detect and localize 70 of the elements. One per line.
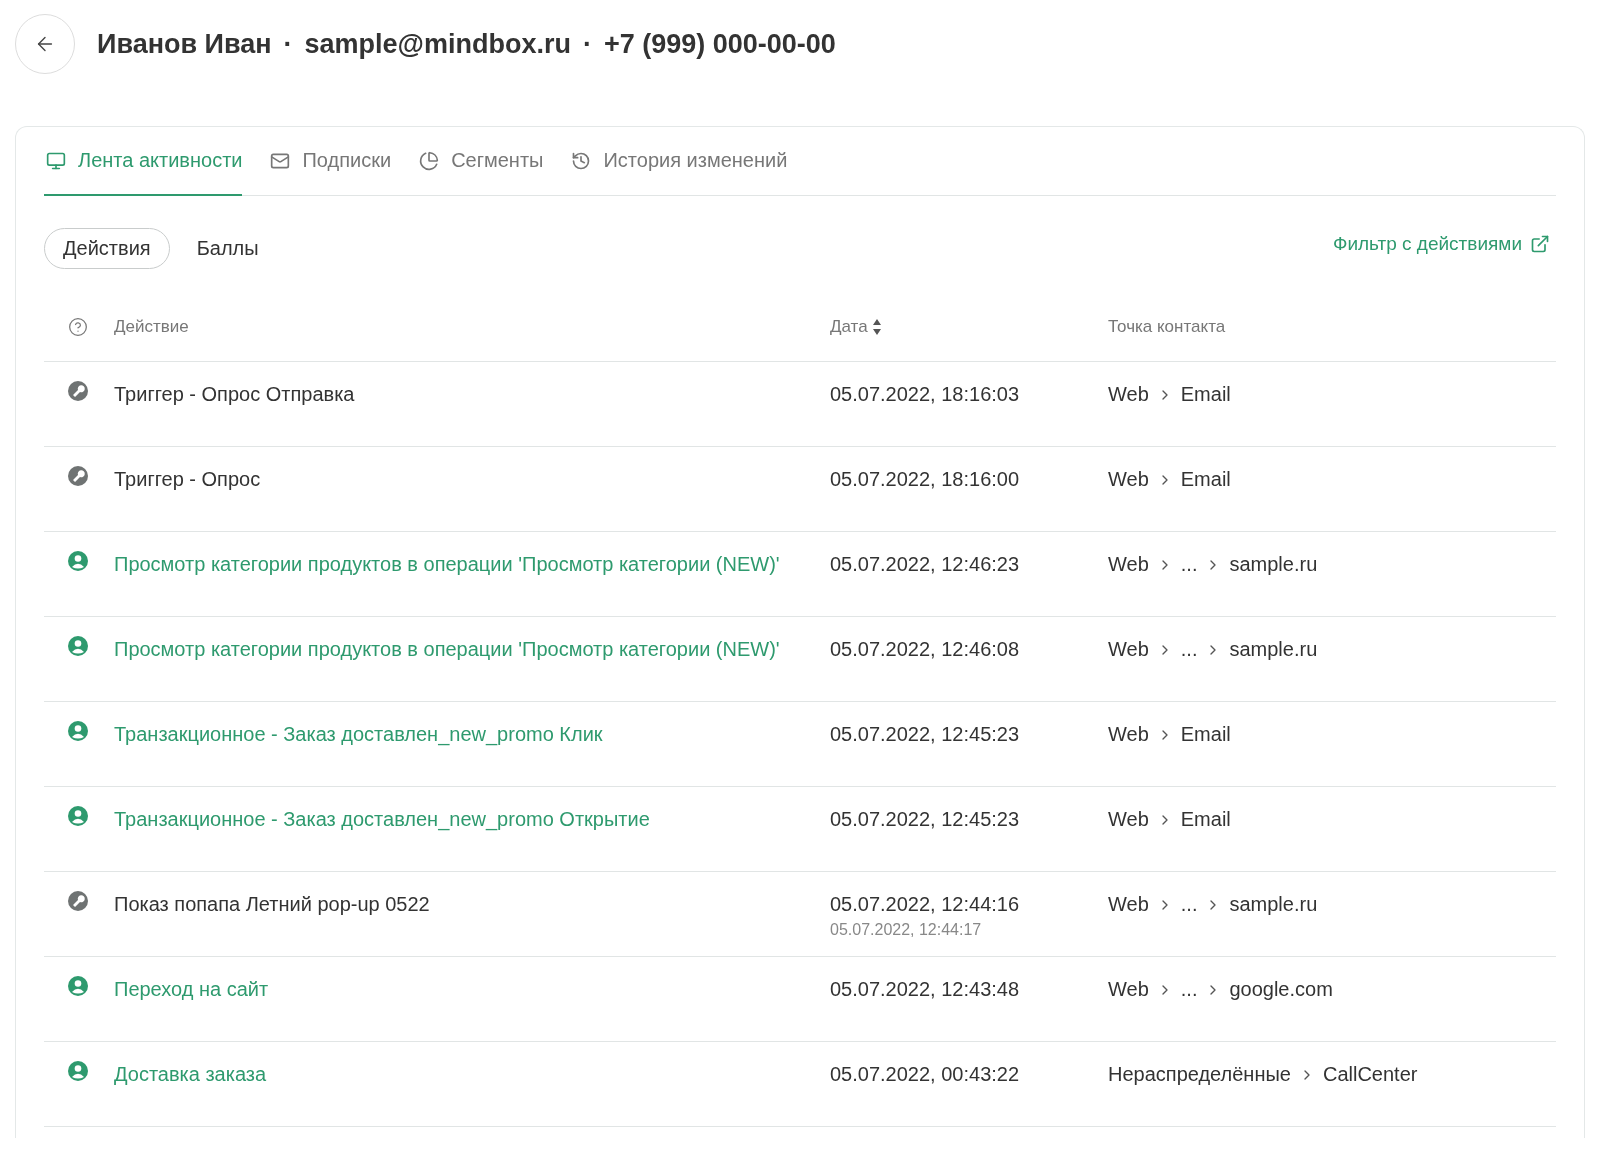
history-icon: [571, 150, 592, 171]
action-link[interactable]: Переход на сайт: [114, 975, 830, 1004]
help-icon[interactable]: [68, 317, 88, 337]
action-text: Триггер - Опрос Отправка: [114, 382, 356, 407]
person-icon: [67, 975, 89, 997]
contact-point-text: Web: [1108, 552, 1149, 577]
date-text: 05.07.2022, 18:16:00: [830, 467, 1021, 492]
segment-button[interactable]: Действия: [44, 228, 170, 269]
contact-point-text: Email: [1180, 467, 1231, 492]
contact-point-text: sample.ru: [1229, 892, 1318, 917]
contact-point-text: CallCenter: [1322, 1062, 1418, 1087]
contact-point-text: ...: [1180, 977, 1198, 1002]
wrench-icon: [67, 890, 89, 912]
action-text: Показ попапа Летний pop-up 0522: [114, 892, 431, 917]
contact-point-text: Web: [1108, 637, 1149, 662]
action-link[interactable]: Просмотр категории продуктов в операции 'Просмотр категории (NEW)': [114, 635, 830, 664]
action-link[interactable]: Просмотр категории продуктов в операции 'Просмотр категории (NEW)': [114, 550, 830, 579]
tab[interactable]: История изменений: [569, 149, 788, 196]
person-icon: [67, 1060, 89, 1082]
contact-point-text: Email: [1180, 722, 1231, 747]
title-separator: ·: [283, 28, 293, 60]
date-text: 05.07.2022, 00:43:22: [830, 1062, 1021, 1087]
contact-point-text: ...: [1180, 892, 1198, 917]
tab[interactable]: Подписки: [268, 149, 392, 196]
contact-point-text: Web: [1108, 722, 1149, 747]
contact-point-text: Web: [1108, 467, 1149, 492]
contact-point-text: Email: [1180, 807, 1231, 832]
wrench-icon: [67, 465, 89, 487]
contact-point-text: Нераспределённые: [1108, 1062, 1291, 1087]
monitor-icon: [46, 150, 66, 171]
date-text: 05.07.2022, 12:45:23: [830, 807, 1021, 832]
customer-phone: +7 (999) 000-00-00: [603, 28, 836, 60]
sort-icon[interactable]: [871, 318, 882, 336]
contact-point-text: Web: [1108, 977, 1149, 1002]
date-text: 05.07.2022, 12:44:16: [830, 892, 1021, 917]
date-text: 05.07.2022, 12:43:48: [830, 977, 1021, 1002]
date-text: 05.07.2022, 12:45:23: [830, 722, 1021, 747]
secondary-date-text: 05.07.2022, 12:44:17: [830, 920, 983, 940]
date-text: 05.07.2022, 12:46:08: [830, 637, 1021, 662]
tab[interactable]: Лента активности: [44, 149, 243, 196]
contact-point-text: Web: [1108, 892, 1149, 917]
customer-email: sample@mindbox.ru: [304, 28, 571, 60]
action-link[interactable]: Транзакционное - Заказ доставлен_new_promo Открытие: [114, 805, 830, 834]
contact-point-text: Web: [1108, 807, 1149, 832]
pie-chart-icon: [419, 150, 440, 171]
action-text: Триггер - Опрос: [114, 467, 262, 492]
column-header: Действие: [114, 317, 190, 337]
title-separator: ·: [582, 28, 592, 60]
filter-link[interactable]: Фильтр с действиями: [1332, 232, 1550, 255]
contact-point-text: ...: [1180, 637, 1198, 662]
column-header[interactable]: Дата: [830, 317, 868, 337]
contact-point-text: Email: [1180, 382, 1231, 407]
contact-point-text: sample.ru: [1229, 552, 1318, 577]
column-header: Точка контакта: [1108, 317, 1227, 337]
date-text: 05.07.2022, 18:16:03: [830, 382, 1021, 407]
person-icon: [67, 805, 89, 827]
person-icon: [67, 550, 89, 572]
action-link[interactable]: Транзакционное - Заказ доставлен_new_promo Клик: [114, 720, 830, 749]
customer-name: Иванов Иван: [97, 28, 272, 60]
wrench-icon: [67, 380, 89, 402]
tab[interactable]: Сегменты: [417, 149, 544, 196]
person-icon: [67, 720, 89, 742]
contact-point-text: ...: [1180, 552, 1198, 577]
contact-point-text: Web: [1108, 382, 1149, 407]
date-text: 05.07.2022, 12:46:23: [830, 552, 1021, 577]
external-link-icon: [1530, 233, 1550, 254]
contact-point-text: sample.ru: [1229, 637, 1318, 662]
action-link[interactable]: Доставка заказа: [114, 1060, 830, 1089]
person-icon: [67, 635, 89, 657]
contact-point-text: google.com: [1229, 977, 1333, 1002]
